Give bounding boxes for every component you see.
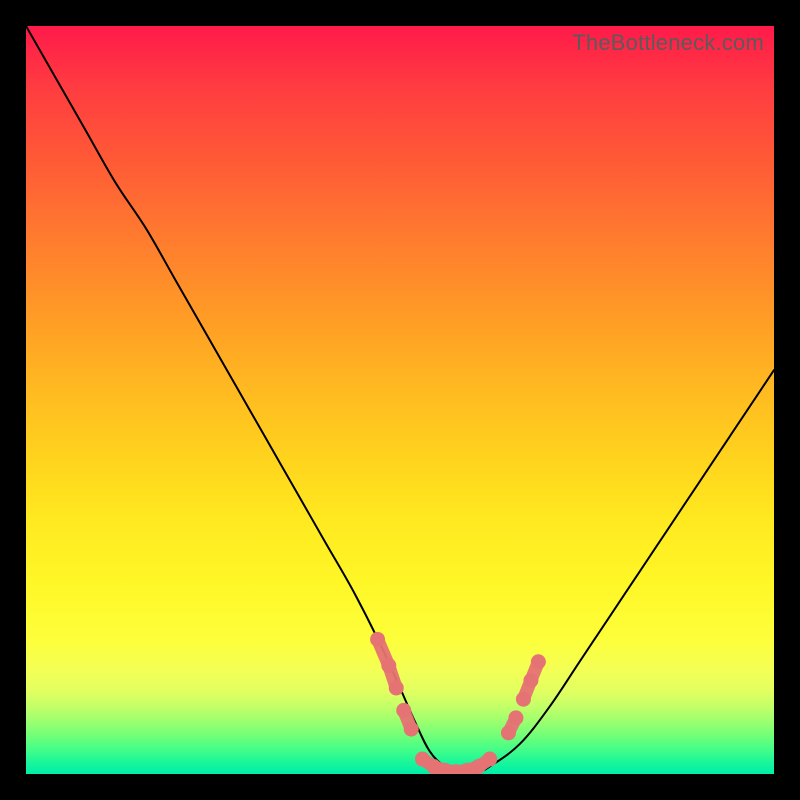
chart-svg (26, 26, 774, 774)
marker-dot (370, 632, 385, 647)
marker-dot (508, 710, 523, 725)
curve-bottleneck-curve (26, 26, 774, 774)
marker-dot (482, 752, 497, 767)
marker-dot (389, 680, 404, 695)
marker-dot (523, 673, 538, 688)
marker-dot (404, 722, 419, 737)
series-layer (26, 26, 774, 774)
chart-frame: TheBottleneck.com (0, 0, 800, 800)
marker-dot (516, 692, 531, 707)
plot-area: TheBottleneck.com (26, 26, 774, 774)
marker-dot (381, 658, 396, 673)
markers-layer (370, 632, 546, 774)
marker-dot (501, 725, 516, 740)
marker-dot (396, 703, 411, 718)
marker-dot (531, 654, 546, 669)
